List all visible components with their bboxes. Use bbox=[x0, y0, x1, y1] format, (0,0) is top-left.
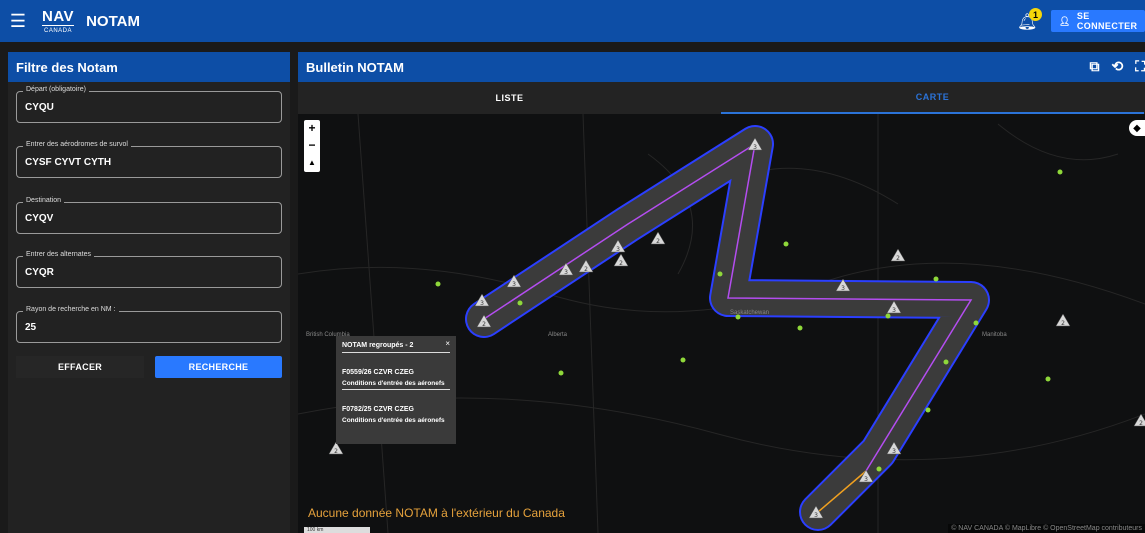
zoom-in-button[interactable]: + bbox=[308, 120, 315, 137]
svg-text:3: 3 bbox=[480, 300, 484, 307]
destination-field[interactable]: Destination CYQV bbox=[16, 197, 282, 234]
bulletin-panel: Bulletin NOTAM ⧉ ⟲ ⛶ LISTE CARTE 3 2 3 2… bbox=[298, 52, 1145, 533]
route-buffer-outline bbox=[465, 125, 990, 531]
destination-label: Destination bbox=[23, 197, 65, 204]
svg-text:2: 2 bbox=[482, 321, 486, 328]
bulletin-title: Bulletin NOTAM bbox=[306, 59, 404, 75]
logo-canada: CANADA bbox=[44, 27, 73, 34]
svg-text:3: 3 bbox=[864, 476, 868, 483]
svg-text:2: 2 bbox=[584, 266, 588, 273]
svg-text:2: 2 bbox=[1061, 320, 1065, 327]
svg-text:3: 3 bbox=[814, 512, 818, 519]
notification-badge: 1 bbox=[1029, 8, 1042, 21]
popup-item-desc: Conditions d'entrée des aéronefs bbox=[342, 380, 450, 390]
notifications-button[interactable]: 🔔︎ 1 bbox=[1017, 8, 1042, 32]
compass-button[interactable]: ▲ bbox=[308, 154, 316, 171]
login-button[interactable]: 👤︎ SE CONNECTER bbox=[1051, 10, 1145, 32]
scale-label: 100 km bbox=[307, 527, 324, 533]
view-tabs: LISTE CARTE bbox=[298, 82, 1145, 114]
popup-item-id: F0782/25 CZVR CZEG bbox=[342, 406, 414, 413]
overflight-label: Entrer des aérodromes de survol bbox=[23, 141, 131, 148]
fullscreen-icon[interactable]: ⛶ bbox=[1135, 58, 1145, 75]
user-icon: 👤︎ bbox=[1059, 15, 1071, 26]
app-title: NOTAM bbox=[86, 12, 140, 30]
notam-map[interactable]: 3 2 3 2 2 3 3 3 2 2 3 3 2 3 3 3 2 2 Brit… bbox=[298, 114, 1145, 533]
nav-canada-logo[interactable]: NAV CANADA bbox=[42, 7, 75, 34]
map-attribution[interactable]: © NAV CANADA © MapLibre © OpenStreetMap … bbox=[948, 524, 1145, 533]
departure-field[interactable]: Départ (obligatoire) CYQU bbox=[16, 86, 282, 123]
add-window-icon[interactable]: ⧉ bbox=[1089, 58, 1099, 75]
svg-text:3: 3 bbox=[564, 269, 568, 276]
logo-nav: NAV bbox=[42, 7, 75, 26]
region-label-alberta: Alberta bbox=[548, 332, 568, 338]
filter-panel: Filtre des Notam Départ (obligatoire) CY… bbox=[8, 52, 290, 533]
svg-text:2: 2 bbox=[1139, 420, 1143, 427]
popup-item[interactable]: F0782/25 CZVR CZEG Conditions d'entrée d… bbox=[342, 406, 450, 426]
search-button[interactable]: RECHERCHE bbox=[155, 356, 282, 378]
popup-item[interactable]: F0559/26 CZVR CZEG Conditions d'entrée d… bbox=[342, 369, 450, 390]
alternates-label: Entrer des alternates bbox=[23, 251, 94, 258]
bulletin-header: Bulletin NOTAM ⧉ ⟲ ⛶ bbox=[298, 52, 1145, 82]
svg-text:3: 3 bbox=[892, 448, 896, 455]
departure-value: CYQU bbox=[25, 102, 54, 113]
layers-icon[interactable]: ◆ bbox=[1129, 120, 1145, 136]
menu-icon[interactable]: ☰ bbox=[0, 0, 36, 42]
popup-item-id: F0559/26 CZVR CZEG bbox=[342, 369, 414, 376]
overflight-field[interactable]: Entrer des aérodromes de survol CYSF CYV… bbox=[16, 141, 282, 178]
popup-item-desc: Conditions d'entrée des aéronefs bbox=[342, 417, 445, 424]
notam-popup: × NOTAM regroupés - 2 F0559/26 CZVR CZEG… bbox=[336, 336, 456, 444]
login-label: SE CONNECTER bbox=[1076, 11, 1138, 31]
no-data-message: Aucune donnée NOTAM à l'extérieur du Can… bbox=[308, 506, 565, 520]
history-icon[interactable]: ⟲ bbox=[1111, 58, 1123, 75]
svg-text:2: 2 bbox=[619, 260, 623, 267]
radius-field[interactable]: Rayon de recherche en NM : 25 bbox=[16, 306, 282, 343]
radius-label: Rayon de recherche en NM : bbox=[23, 306, 119, 313]
svg-text:2: 2 bbox=[334, 448, 338, 455]
tab-map[interactable]: CARTE bbox=[721, 82, 1144, 114]
tab-list[interactable]: LISTE bbox=[298, 82, 721, 114]
svg-text:3: 3 bbox=[892, 307, 896, 314]
svg-text:3: 3 bbox=[841, 285, 845, 292]
filter-title: Filtre des Notam bbox=[8, 52, 290, 82]
zoom-control: + − ▲ bbox=[304, 120, 320, 172]
popup-title: NOTAM regroupés - 2 bbox=[342, 342, 450, 353]
scale-bar: 100 km bbox=[304, 527, 370, 533]
svg-text:3: 3 bbox=[512, 281, 516, 288]
departure-label: Départ (obligatoire) bbox=[23, 86, 89, 93]
radius-value: 25 bbox=[25, 322, 37, 333]
top-bar: ☰ NAV CANADA NOTAM 🔔︎ 1 👤︎ SE CONNECTER bbox=[0, 0, 1145, 42]
region-label-manitoba: Manitoba bbox=[982, 332, 1007, 338]
region-label-saskatchewan: Saskatchewan bbox=[730, 310, 770, 316]
destination-value: CYQV bbox=[25, 213, 54, 224]
zoom-out-button[interactable]: − bbox=[308, 137, 315, 154]
svg-text:2: 2 bbox=[896, 255, 900, 262]
map-canvas: 3 2 3 2 2 3 3 3 2 2 3 3 2 3 3 3 2 2 bbox=[298, 114, 1145, 533]
svg-text:2: 2 bbox=[656, 238, 660, 245]
alternates-value: CYQR bbox=[25, 267, 54, 278]
overflight-value: CYSF CYVT CYTH bbox=[25, 157, 112, 168]
alternates-field[interactable]: Entrer des alternates CYQR bbox=[16, 251, 282, 288]
close-icon[interactable]: × bbox=[445, 339, 450, 348]
clear-button[interactable]: EFFACER bbox=[16, 356, 144, 378]
svg-text:3: 3 bbox=[753, 144, 757, 151]
header-actions: ⧉ ⟲ ⛶ bbox=[1089, 58, 1145, 75]
svg-text:3: 3 bbox=[616, 246, 620, 253]
